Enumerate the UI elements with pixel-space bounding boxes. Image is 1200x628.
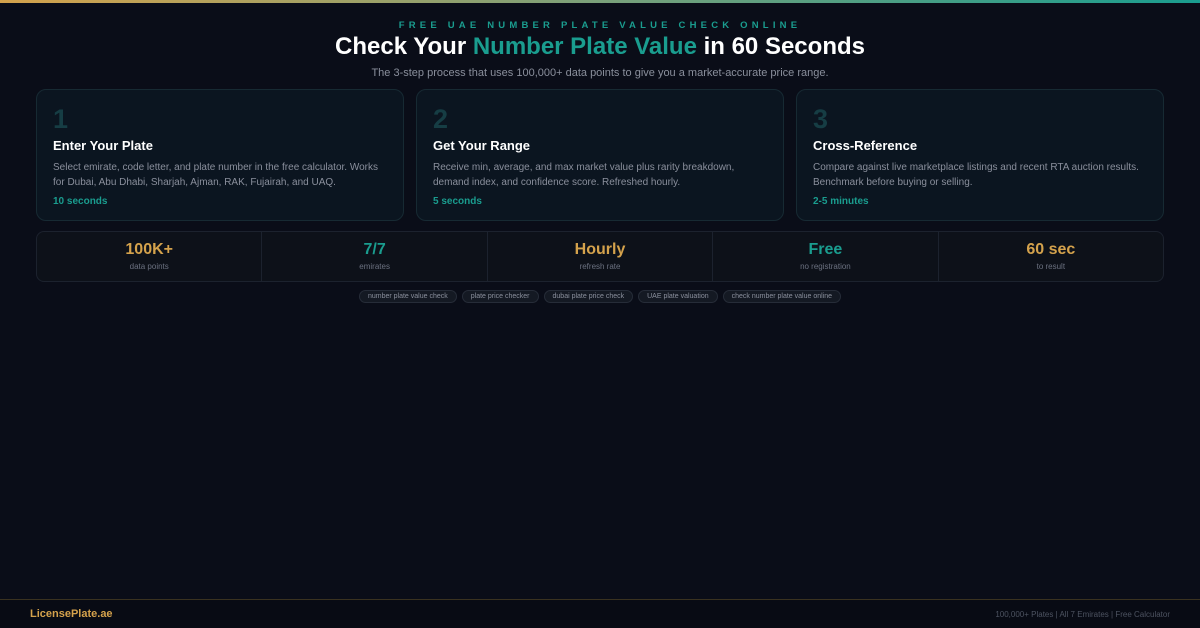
top-accent-bar: [0, 0, 1200, 3]
title-accent: Number Plate Value: [472, 33, 697, 60]
footer-brand-link[interactable]: LicensePlate.ae: [30, 608, 113, 620]
stat-label: emirates: [359, 262, 390, 271]
keyword-tag[interactable]: UAE plate valuation: [638, 290, 718, 303]
title-pre: Check Your: [335, 33, 473, 60]
steps-section: 1 Enter Your Plate Select emirate, code …: [36, 89, 1164, 221]
footer: LicensePlate.ae 100,000+ Plates | All 7 …: [0, 599, 1200, 628]
page-subtitle: The 3-step process that uses 100,000+ da…: [371, 67, 829, 79]
step-number: 3: [813, 104, 829, 134]
keyword-tags: number plate value check plate price che…: [0, 290, 1200, 303]
step-description: Compare against live marketplace listing…: [813, 162, 1139, 188]
stat-value: Free: [808, 241, 843, 258]
step-number: 2: [433, 104, 449, 134]
step-card-2: 2 Get Your Range Receive min, average, a…: [416, 89, 784, 221]
stat-value: 7/7: [363, 241, 386, 258]
keyword-tag[interactable]: plate price checker: [461, 290, 539, 303]
stat-registration: Free no registration: [713, 232, 939, 281]
step-time: 5 seconds: [433, 196, 482, 207]
keyword-tag[interactable]: number plate value check: [358, 290, 457, 303]
step-number: 1: [53, 104, 69, 134]
stat-refresh-rate: Hourly refresh rate: [488, 232, 714, 281]
page-title: Check Your Number Plate Value in 60 Seco…: [0, 33, 1200, 61]
stat-time-to-result: 60 sec to result: [939, 232, 1163, 281]
stat-label: to result: [1036, 262, 1066, 271]
stats-bar: 100K+ data points 7/7 emirates Hourly re…: [36, 231, 1164, 282]
step-title: Cross-Reference: [813, 138, 918, 153]
step-title: Get Your Range: [433, 138, 531, 153]
page: FREE UAE NUMBER PLATE VALUE CHECK ONLINE…: [0, 0, 1200, 628]
step-description: Receive min, average, and max market val…: [433, 162, 735, 188]
stat-data-points: 100K+ data points: [37, 232, 263, 281]
title-post: in 60 Seconds: [696, 33, 865, 60]
step-card-1: 1 Enter Your Plate Select emirate, code …: [36, 89, 404, 221]
stat-value: Hourly: [574, 241, 626, 258]
step-card-3: 3 Cross-Reference Compare against live m…: [796, 89, 1164, 221]
step-title: Enter Your Plate: [53, 138, 153, 153]
stat-value: 60 sec: [1026, 241, 1076, 258]
footer-meta: 100,000+ Plates | All 7 Emirates | Free …: [995, 610, 1170, 619]
eyebrow-text: FREE UAE NUMBER PLATE VALUE CHECK ONLINE: [398, 20, 802, 31]
keyword-tag[interactable]: dubai plate price check: [543, 290, 634, 303]
stat-emirates: 7/7 emirates: [262, 232, 488, 281]
stat-label: refresh rate: [579, 262, 621, 271]
step-description: Select emirate, code letter, and plate n…: [53, 162, 378, 188]
stat-label: data points: [129, 262, 169, 271]
stat-value: 100K+: [125, 241, 173, 258]
step-time: 10 seconds: [53, 196, 108, 207]
step-time: 2-5 minutes: [813, 196, 869, 207]
keyword-tag[interactable]: check number plate value online: [722, 290, 842, 303]
stat-label: no registration: [800, 262, 851, 271]
